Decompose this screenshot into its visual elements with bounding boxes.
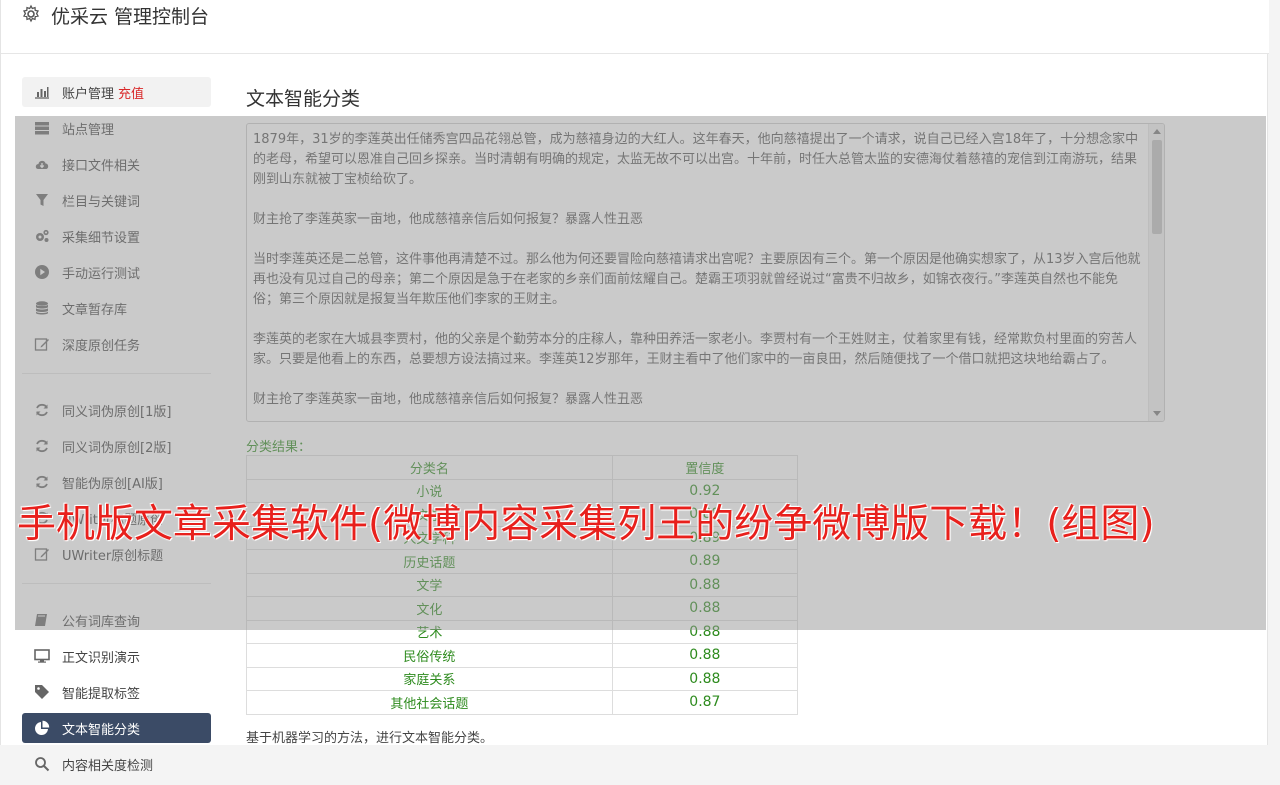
sidebar-item-label: 文本智能分类 <box>62 722 141 738</box>
category-cell: 其他社会话题 <box>246 690 613 715</box>
table-row: 民俗传统 0.88 <box>246 643 799 668</box>
top-bar: 优采云 管理控制台 <box>1 0 1269 54</box>
sidebar-item-relevance-check[interactable]: 内容相关度检测 <box>22 749 211 779</box>
sidebar-item-extract-tags[interactable]: 智能提取标签 <box>22 677 211 707</box>
gear-icon[interactable] <box>21 4 41 24</box>
sidebar-item-label: 正文识别演示 <box>62 650 141 666</box>
search-icon <box>34 756 50 772</box>
sidebar-item-account[interactable]: 账户管理 充值 <box>22 77 211 107</box>
overlay-headline: 手机版文章采集软件(微博内容采集列王的纷争微博版下载！(组图) <box>17 502 1155 547</box>
monitor-icon <box>34 648 50 664</box>
sidebar-item-label: 智能提取标签 <box>62 686 141 702</box>
category-cell: 民俗传统 <box>246 643 613 668</box>
bar-chart-icon <box>34 84 50 100</box>
sidebar-item-label: 账户管理 <box>62 86 115 102</box>
category-cell: 家庭关系 <box>246 666 613 691</box>
sidebar-item-text-classification[interactable]: 文本智能分类 <box>22 713 211 743</box>
tag-icon <box>34 684 50 700</box>
sidebar-item-body-recognition[interactable]: 正文识别演示 <box>22 641 211 671</box>
sidebar-item-label: 内容相关度检测 <box>62 758 154 774</box>
footnote-text: 基于机器学习的方法，进行文本智能分类。 <box>246 731 494 746</box>
pie-chart-icon <box>34 720 50 736</box>
app-title: 优采云 管理控制台 <box>51 6 210 28</box>
table-row: 家庭关系 0.88 <box>246 666 799 691</box>
recharge-link[interactable]: 充值 <box>118 83 144 102</box>
confidence-cell: 0.87 <box>611 690 799 715</box>
page-title: 文本智能分类 <box>246 88 361 110</box>
confidence-cell: 0.88 <box>611 666 799 691</box>
table-row: 其他社会话题 0.87 <box>246 690 799 715</box>
gray-overlay <box>15 116 1266 630</box>
confidence-cell: 0.88 <box>611 643 799 668</box>
